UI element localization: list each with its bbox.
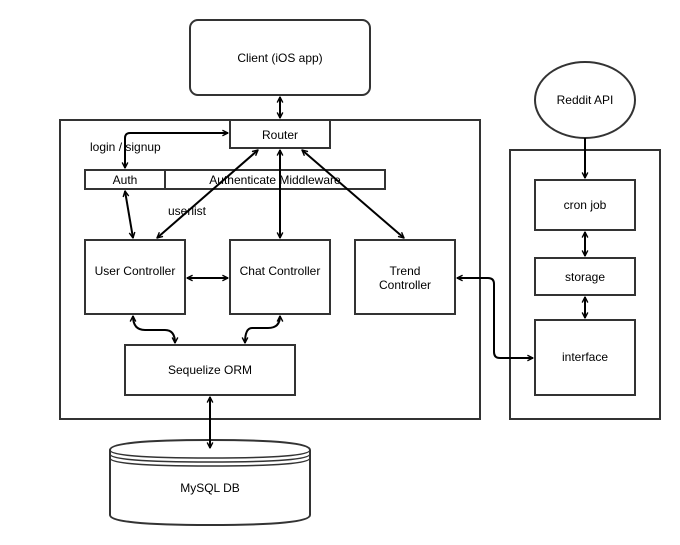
sequelize-orm-node[interactable]: Sequelize ORM xyxy=(124,344,296,396)
chat-controller-node[interactable]: Chat Controller xyxy=(229,239,331,315)
trend-controller-label-line1: Trend xyxy=(390,264,421,278)
cron-job-label: cron job xyxy=(564,198,607,212)
auth-middleware-node[interactable]: Authenticate Middleware xyxy=(164,169,386,190)
edge-trend-interface xyxy=(457,278,533,358)
edge-label-login-signup: login / signup xyxy=(90,140,161,154)
router-node[interactable]: Router xyxy=(229,119,331,149)
trend-controller-node[interactable]: Trend Controller xyxy=(354,239,456,315)
edge-router-user-controller xyxy=(157,150,258,238)
edge-chat-orm xyxy=(245,316,280,343)
storage-node[interactable]: storage xyxy=(534,257,636,296)
sequelize-orm-label: Sequelize ORM xyxy=(168,363,252,377)
edge-label-userlist: userlist xyxy=(168,204,207,218)
edge-router-trend-controller xyxy=(302,150,404,238)
reddit-api-label: Reddit API xyxy=(557,93,614,107)
cron-job-node[interactable]: cron job xyxy=(534,179,636,231)
interface-node[interactable]: interface xyxy=(534,319,636,396)
architecture-diagram: Client (iOS app) Router Auth Authenticat… xyxy=(59,19,661,527)
trend-controller-label-line2: Controller xyxy=(379,278,431,292)
interface-label: interface xyxy=(562,350,608,364)
user-controller-label: User Controller xyxy=(95,264,176,278)
client-node[interactable]: Client (iOS app) xyxy=(189,19,371,96)
auth-label: Auth xyxy=(113,173,138,187)
user-controller-node[interactable]: User Controller xyxy=(84,239,186,315)
reddit-api-node[interactable]: Reddit API xyxy=(534,61,636,139)
router-label: Router xyxy=(262,128,298,142)
edge-user-orm xyxy=(133,316,175,343)
edge-auth-user-controller xyxy=(125,191,133,238)
client-label: Client (iOS app) xyxy=(237,51,322,65)
mysql-db-label: MySQL DB xyxy=(180,481,240,495)
chat-controller-label: Chat Controller xyxy=(240,264,321,278)
auth-node[interactable]: Auth xyxy=(84,169,166,190)
storage-label: storage xyxy=(565,270,605,284)
mysql-db-node[interactable]: MySQL DB xyxy=(109,438,311,527)
